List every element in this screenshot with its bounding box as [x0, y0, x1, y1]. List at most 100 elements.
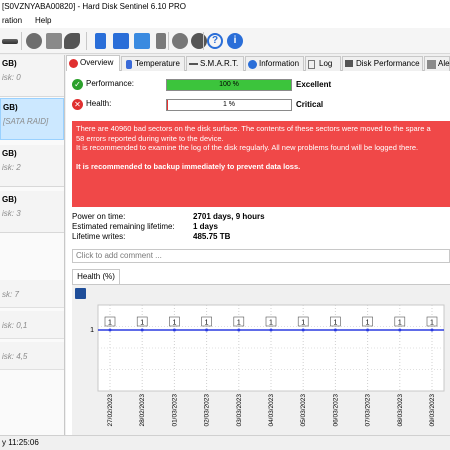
x-tick-label: 07/03/2023: [365, 394, 372, 427]
data-point: [237, 328, 241, 332]
data-label: 1: [172, 320, 176, 327]
health-value: 1 %: [222, 101, 236, 108]
document-icon: [308, 60, 315, 69]
alert-icon: [427, 60, 436, 69]
performance-rating: Excellent: [296, 80, 332, 89]
tab-smart[interactable]: S.M.A.R.T.: [186, 56, 244, 71]
report-icon[interactable]: [95, 33, 106, 49]
tab-disk-performance[interactable]: Disk Performance: [342, 56, 423, 71]
info-icon: [248, 60, 257, 69]
tab-temperature[interactable]: Temperature: [121, 56, 185, 71]
stat-key: Estimated remaining lifetime:: [72, 222, 175, 231]
stat-value: 2701 days, 9 hours: [193, 212, 265, 221]
error-icon: [69, 59, 78, 68]
disk-size: GB): [2, 59, 17, 68]
alert-line: It is recommended to examine the log of …: [76, 143, 419, 152]
disk-group-item[interactable]: sk: 7: [0, 280, 64, 308]
disk-desc: isk: 2: [2, 163, 21, 172]
test-disk-icon[interactable]: [46, 33, 62, 49]
disk-desc: isk: 3: [2, 209, 21, 218]
refresh-disk-icon[interactable]: [26, 33, 42, 49]
data-label: 1: [269, 320, 273, 327]
health-chart: 1 1 27/02/2023 1 28/02/2023 1 01/03/2023 1 02/03…: [90, 304, 445, 427]
toolbar-separator: [21, 32, 22, 50]
performance-label: Performance:: [86, 79, 135, 88]
settings-icon[interactable]: [191, 33, 207, 49]
send-report-icon[interactable]: [134, 33, 150, 49]
data-label: 1: [333, 320, 337, 327]
save-icon[interactable]: [75, 288, 86, 299]
data-label: 1: [237, 320, 241, 327]
data-point: [333, 328, 337, 332]
data-label: 1: [398, 320, 402, 327]
alert-line: There are 40960 bad sectors on the disk …: [76, 124, 431, 133]
disk-item[interactable]: GB) isk: 0: [0, 55, 64, 97]
health-chart-panel: 1 1 27/02/2023 1 28/02/2023 1 01/03/2023 1 02/03…: [72, 284, 450, 435]
surface-test-icon[interactable]: [64, 33, 80, 49]
tab-overview[interactable]: Overview: [66, 55, 120, 71]
x-tick-label: 01/03/2023: [171, 394, 178, 427]
stats-block: Power on time: 2701 days, 9 hours Estima…: [72, 212, 372, 242]
disk-drive-icon[interactable]: [2, 39, 18, 44]
data-point: [398, 328, 402, 332]
disk-size: GB): [2, 149, 17, 158]
alert-emphasis: It is recommended to backup immediately …: [76, 161, 301, 171]
disk-desc: isk: 0: [2, 73, 21, 82]
data-point: [301, 328, 305, 332]
menubar: ration Help: [0, 14, 450, 28]
disk-item[interactable]: GB) isk: 3: [0, 191, 64, 233]
disk-size: GB): [3, 103, 18, 112]
x-tick-label: 04/03/2023: [268, 394, 275, 427]
y-tick-label: 1: [90, 327, 94, 334]
overview-panel: ✓ Performance: 100 % Excellent ✕ Health:…: [66, 71, 450, 435]
tab-information[interactable]: Information: [245, 56, 304, 71]
stat-key: Lifetime writes:: [72, 232, 126, 241]
x-tick-label: 09/03/2023: [429, 394, 436, 427]
data-label: 1: [301, 320, 305, 327]
stat-row: Lifetime writes: 485.75 TB: [72, 232, 372, 242]
data-label: 1: [205, 320, 209, 327]
tab-health-percent[interactable]: Health (%): [72, 269, 120, 284]
x-tick-label: 08/03/2023: [397, 394, 404, 427]
x-tick-label: 05/03/2023: [300, 394, 307, 427]
disk-item-selected[interactable]: GB) [SATA RAID]: [0, 98, 64, 140]
data-point: [269, 328, 273, 332]
data-point: [205, 328, 209, 332]
stat-row: Estimated remaining lifetime: 1 days: [72, 222, 372, 232]
data-label: 1: [140, 320, 144, 327]
email-icon[interactable]: [113, 33, 129, 49]
health-bar: 1 %: [166, 99, 292, 111]
menu-item-help[interactable]: Help: [35, 14, 51, 28]
health-rating: Critical: [296, 100, 324, 109]
disk-group-item[interactable]: isk: 0,1: [0, 311, 64, 339]
x-tick-label: 28/02/2023: [139, 394, 146, 427]
stat-key: Power on time:: [72, 212, 126, 221]
tab-log[interactable]: Log: [305, 56, 341, 71]
disk-item[interactable]: GB) isk: 2: [0, 145, 64, 187]
data-label: 1: [430, 320, 434, 327]
data-point: [172, 328, 176, 332]
toolbar-separator: [203, 32, 204, 50]
chart-icon: [189, 63, 198, 65]
tab-bar: Overview Temperature S.M.A.R.T. Informat…: [66, 55, 450, 71]
toolbar-separator: [86, 32, 87, 50]
gear-icon[interactable]: [172, 33, 188, 49]
disk-group-item[interactable]: isk: 4,5: [0, 342, 64, 370]
menu-item-configuration[interactable]: ration: [2, 14, 22, 28]
toolbar-separator: [168, 32, 169, 50]
alert-line: 58 errors reported during write to the d…: [76, 133, 224, 143]
stat-value: 1 days: [193, 222, 218, 231]
help-icon[interactable]: ?: [207, 33, 223, 49]
error-icon: ✕: [72, 99, 83, 110]
info-icon[interactable]: i: [227, 33, 243, 49]
thermometer-icon: [126, 60, 132, 69]
disk-list-panel: GB) isk: 0 GB) [SATA RAID] GB) isk: 2 GB…: [0, 55, 65, 435]
toolbar: ? i: [0, 28, 450, 54]
data-point: [366, 328, 370, 332]
data-point: [140, 328, 144, 332]
tab-alerts[interactable]: Ale: [424, 56, 450, 71]
comment-field[interactable]: Click to add comment ...: [72, 249, 450, 263]
alert-icon[interactable]: [156, 33, 166, 49]
disk-desc: isk: 0,1: [2, 321, 28, 330]
performance-icon: [345, 60, 353, 67]
